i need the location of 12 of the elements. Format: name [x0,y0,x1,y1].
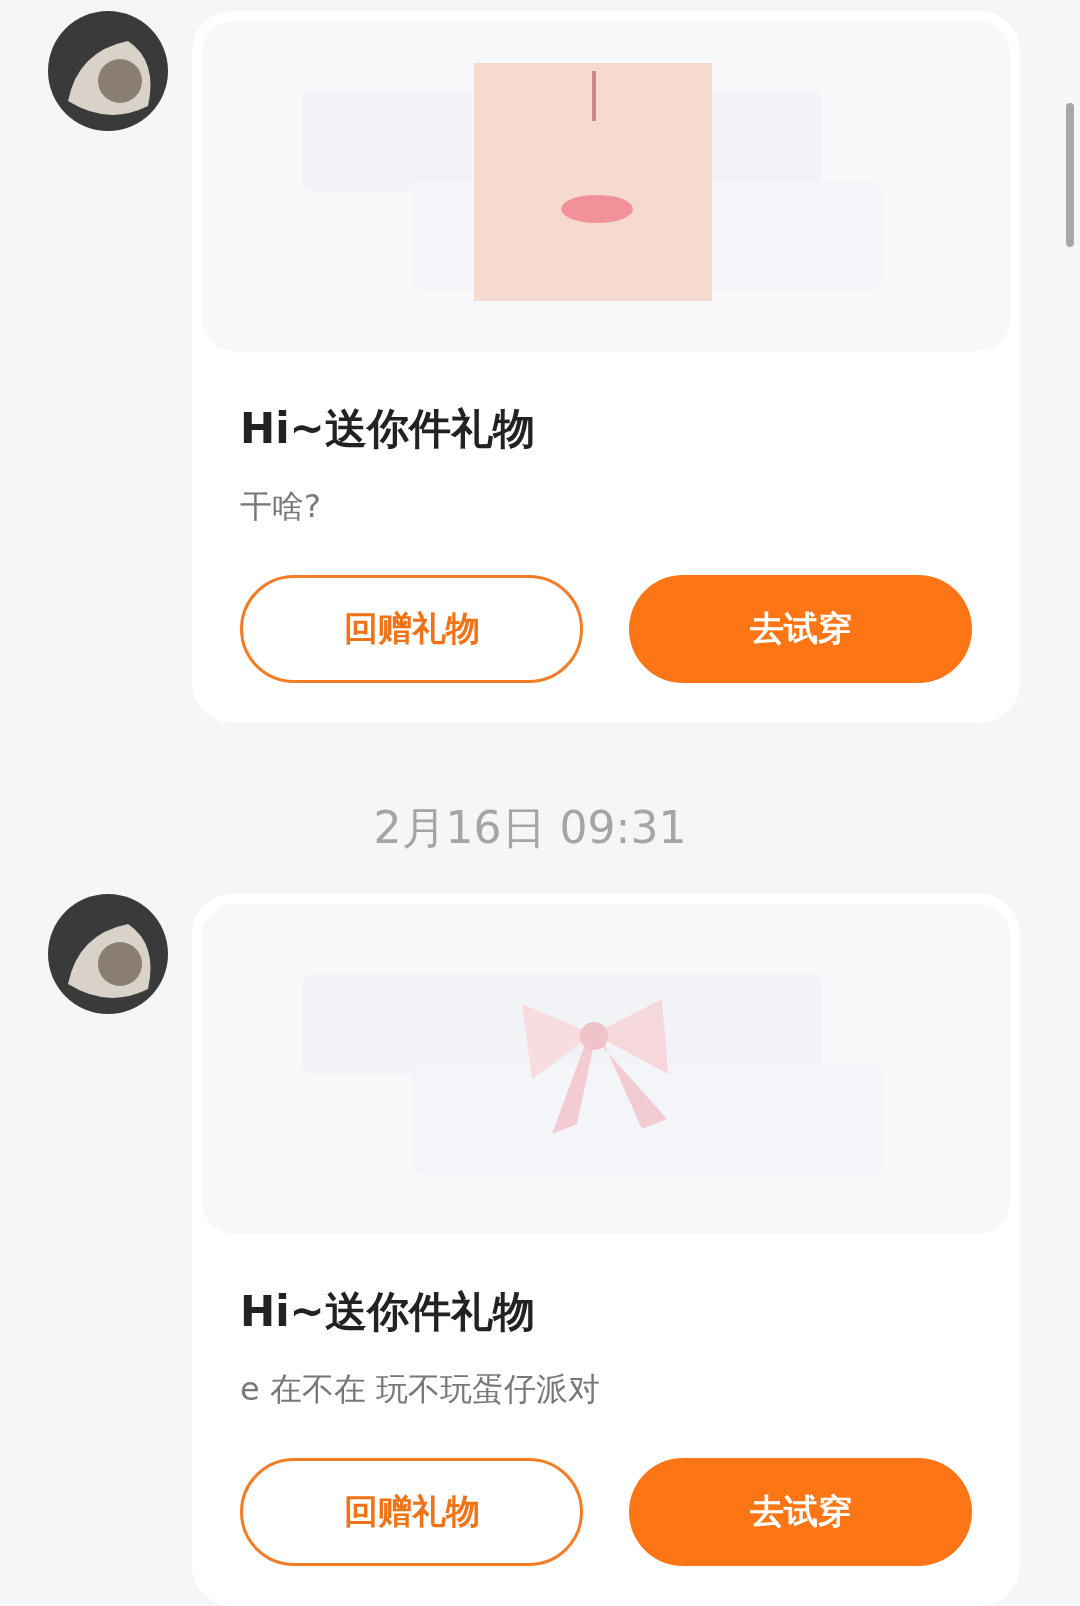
try-on-button[interactable]: 去试穿 [629,1458,972,1566]
avatar-icon[interactable] [48,894,168,1014]
timestamp: 2月16日 09:31 [372,801,688,855]
message-text: e 在不在 玩不玩蛋仔派对 [240,1369,602,1410]
avatar-icon[interactable] [48,11,168,131]
gift-title: Hi~送你件礼物 [240,403,536,455]
try-on-button[interactable]: 去试穿 [629,575,972,683]
return-gift-button[interactable]: 回赠礼物 [240,575,583,683]
gift-title: Hi~送你件礼物 [240,1286,536,1338]
return-gift-button[interactable]: 回赠礼物 [240,1458,583,1566]
message-text: 干啥? [240,486,322,527]
scrollbar[interactable] [1066,103,1074,247]
